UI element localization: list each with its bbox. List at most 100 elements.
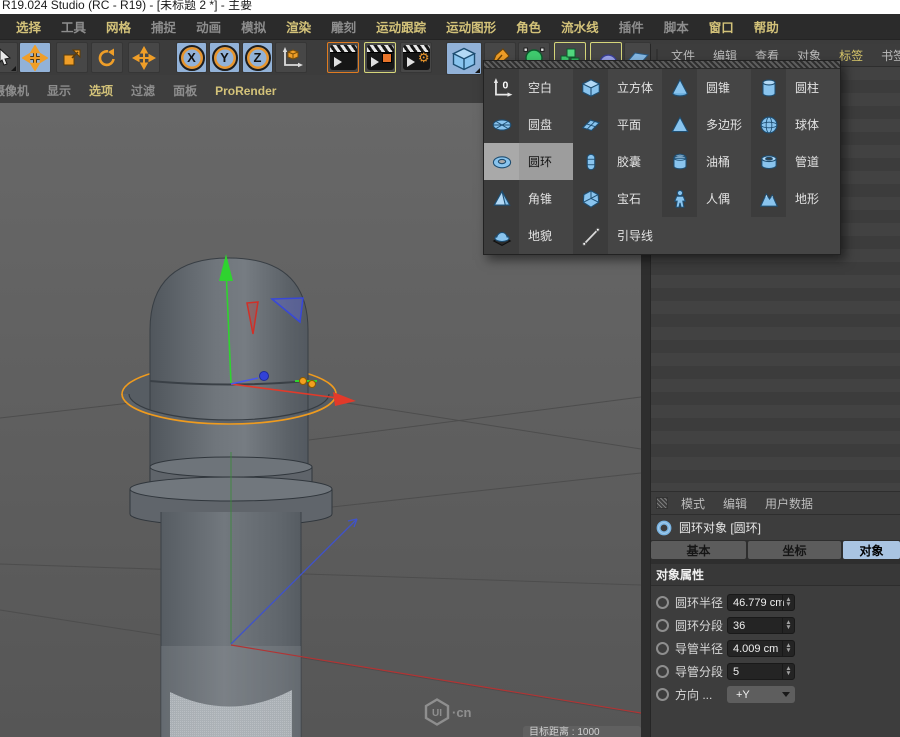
- menu-window[interactable]: 窗口: [699, 17, 744, 36]
- menu-motion-tracker[interactable]: 运动跟踪: [366, 17, 436, 36]
- primitive-item-guide[interactable]: 引导线: [573, 217, 662, 254]
- pipe-segments-input[interactable]: 5 ▲▼: [727, 663, 795, 680]
- field-label: 导管分段: [675, 663, 727, 680]
- pipe-radius-input[interactable]: 4.009 cm ▲▼: [727, 640, 795, 657]
- sphere-icon: [758, 114, 780, 136]
- render-picture-viewer-button[interactable]: [364, 42, 396, 73]
- empty-cell: [751, 217, 840, 254]
- polygon-icon: [669, 114, 691, 136]
- capsule-object[interactable]: [150, 258, 308, 482]
- cube-icon: [450, 45, 478, 73]
- primitive-item-polygon[interactable]: 多边形: [662, 106, 751, 143]
- menu-select[interactable]: 选择: [6, 17, 51, 36]
- scale-tool-button[interactable]: [56, 42, 88, 73]
- rotate-tool-button[interactable]: [91, 42, 123, 73]
- primitive-item-platonic[interactable]: 宝石: [573, 180, 662, 217]
- menu-script[interactable]: 脚本: [654, 17, 699, 36]
- viewport-menu-filter[interactable]: 过滤: [122, 82, 164, 99]
- menu-tools[interactable]: 工具: [51, 17, 96, 36]
- viewport-menu-prorender[interactable]: ProRender: [206, 84, 285, 98]
- figure-icon: [669, 188, 691, 210]
- spinner-control[interactable]: ▲▼: [782, 641, 794, 656]
- primitive-label: 立方体: [608, 79, 653, 96]
- cube-icon: [580, 77, 602, 99]
- primitive-item-sphere[interactable]: 球体: [751, 106, 840, 143]
- tab-coordinates[interactable]: 坐标: [748, 541, 841, 559]
- animation-toggle-icon[interactable]: [656, 665, 669, 678]
- move-tool-button[interactable]: [19, 42, 51, 73]
- last-tool-button[interactable]: [128, 42, 160, 73]
- menu-pipeline[interactable]: 流水线: [551, 17, 609, 36]
- drag-grip-icon[interactable]: [656, 497, 668, 509]
- torus-icon: [656, 520, 672, 536]
- orientation-dropdown[interactable]: +Y: [727, 686, 795, 703]
- menu-tearoff-handle[interactable]: [484, 61, 840, 69]
- primitive-item-capsule[interactable]: 胶囊: [573, 143, 662, 180]
- object-properties-header[interactable]: 对象属性: [651, 564, 900, 586]
- tab-object[interactable]: 对象: [843, 541, 900, 559]
- ring-segments-input[interactable]: 36 ▲▼: [727, 617, 795, 634]
- primitive-label: 油桶: [697, 153, 730, 170]
- primitive-item-oil-tank[interactable]: 油桶: [662, 143, 751, 180]
- primitive-item-torus-selected[interactable]: 圆环: [484, 143, 573, 180]
- menu-character[interactable]: 角色: [506, 17, 551, 36]
- spinner-control[interactable]: ▲▼: [782, 618, 794, 633]
- dropdown-value: +Y: [736, 689, 750, 701]
- menu-mesh[interactable]: 网格: [96, 17, 141, 36]
- render-view-button[interactable]: [327, 42, 359, 73]
- primitive-label: 空白: [519, 79, 552, 96]
- animation-toggle-icon[interactable]: [656, 619, 669, 632]
- am-menu-edit[interactable]: 编辑: [714, 495, 756, 512]
- primitive-item-cone[interactable]: 圆锥: [662, 69, 751, 106]
- render-view-icon: [330, 45, 357, 70]
- menu-simulate[interactable]: 模拟: [231, 17, 276, 36]
- ring-radius-input[interactable]: 46.779 cm ▲▼: [727, 594, 795, 611]
- primitive-item-disc[interactable]: 圆盘: [484, 106, 573, 143]
- animation-toggle-icon[interactable]: [656, 688, 669, 701]
- render-settings-button[interactable]: ⚙: [400, 42, 432, 73]
- viewport-menu-display[interactable]: 显示: [38, 82, 80, 99]
- menu-render[interactable]: 渲染: [276, 17, 321, 36]
- primitive-item-null[interactable]: 0 空白: [484, 69, 573, 106]
- spinner-control[interactable]: ▲▼: [782, 595, 794, 610]
- primitive-item-plane[interactable]: 平面: [573, 106, 662, 143]
- viewport-menu-options[interactable]: 选项: [80, 82, 122, 99]
- lock-y-axis-button[interactable]: Y: [209, 42, 240, 73]
- attribute-row-orientation: 方向 ... +Y: [651, 683, 900, 706]
- tab-basic[interactable]: 基本: [651, 541, 746, 559]
- viewport-menu-cameras[interactable]: 摄像机: [0, 82, 38, 99]
- animation-toggle-icon[interactable]: [656, 596, 669, 609]
- viewport-menu-panel[interactable]: 面板: [164, 82, 206, 99]
- primitive-item-relief[interactable]: 地貌: [484, 217, 573, 254]
- menu-snap[interactable]: 捕捉: [141, 17, 186, 36]
- menu-animate[interactable]: 动画: [186, 17, 231, 36]
- primitive-label: 胶囊: [608, 153, 641, 170]
- am-menu-mode[interactable]: 模式: [672, 495, 714, 512]
- field-label: 圆环分段: [675, 617, 727, 634]
- am-menu-userdata[interactable]: 用户数据: [756, 495, 822, 512]
- primitive-item-landscape[interactable]: 地形: [751, 180, 840, 217]
- lock-x-axis-button[interactable]: X: [176, 42, 207, 73]
- section-title: 对象属性: [656, 566, 704, 583]
- primitive-item-cube[interactable]: 立方体: [573, 69, 662, 106]
- lock-z-axis-button[interactable]: Z: [242, 42, 273, 73]
- add-cube-primitive-button[interactable]: [446, 42, 482, 75]
- menu-mograph[interactable]: 运动图形: [436, 17, 506, 36]
- target-distance-text: 目标距离 : 1000: [523, 726, 641, 737]
- selection-tool-button[interactable]: [0, 42, 18, 73]
- landscape-icon: [758, 188, 780, 210]
- spinner-control[interactable]: ▲▼: [782, 664, 794, 679]
- primitive-item-tube[interactable]: 管道: [751, 143, 840, 180]
- menu-sculpt[interactable]: 雕刻: [321, 17, 366, 36]
- menu-plugins[interactable]: 插件: [609, 17, 654, 36]
- primitive-item-cylinder[interactable]: 圆柱: [751, 69, 840, 106]
- primitive-item-figure[interactable]: 人偶: [662, 180, 751, 217]
- primitive-label: 圆盘: [519, 116, 552, 133]
- animation-toggle-icon[interactable]: [656, 642, 669, 655]
- ui-cn-watermark: UI ·cn: [424, 698, 472, 726]
- plane-icon: [580, 114, 602, 136]
- coordinate-system-button[interactable]: [275, 42, 307, 73]
- om-menu-bookmarks[interactable]: 书签: [872, 47, 900, 64]
- primitive-item-pyramid[interactable]: 角锥: [484, 180, 573, 217]
- menu-help[interactable]: 帮助: [744, 17, 789, 36]
